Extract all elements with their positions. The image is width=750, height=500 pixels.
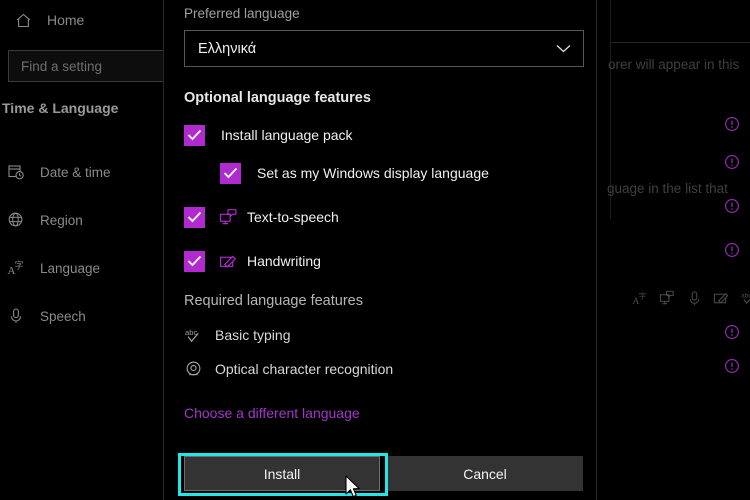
globe-icon bbox=[6, 211, 26, 229]
background-divider-vertical bbox=[610, 0, 611, 44]
required-label-basic-typing: Basic typing bbox=[215, 327, 291, 343]
info-icon[interactable] bbox=[724, 358, 740, 374]
svg-text:字: 字 bbox=[639, 291, 647, 301]
checkbox-row-text-to-speech[interactable]: Text-to-speech bbox=[184, 205, 339, 229]
sidebar-item-language-label: Language bbox=[40, 260, 101, 276]
language-select[interactable]: Ελληνικά bbox=[184, 30, 584, 67]
home-icon bbox=[13, 12, 33, 29]
mouse-cursor bbox=[345, 475, 362, 500]
language-icon: A 字 bbox=[6, 259, 26, 278]
checkbox-set-display-language[interactable] bbox=[220, 162, 241, 184]
handwriting-icon bbox=[713, 290, 730, 312]
chevron-down-icon bbox=[556, 40, 571, 58]
checkbox-row-set-display-language[interactable]: Set as my Windows display language bbox=[220, 161, 489, 185]
sidebar-item-speech[interactable]: Speech bbox=[0, 299, 163, 333]
sidebar-item-date-time[interactable]: Date & time bbox=[0, 155, 163, 189]
background-text-line-2: guage in the list that bbox=[607, 181, 728, 196]
checkbox-row-install-language-pack[interactable]: Install language pack bbox=[184, 123, 353, 147]
sidebar-item-region[interactable]: Region bbox=[0, 203, 163, 237]
sidebar-item-home-label: Home bbox=[47, 12, 85, 28]
info-icon[interactable] bbox=[724, 198, 740, 214]
checkbox-label-install-language-pack: Install language pack bbox=[221, 127, 353, 143]
background-divider-horizontal bbox=[610, 42, 750, 43]
language-icon: A 字 bbox=[632, 290, 649, 312]
sidebar: Home Find a setting Time & Language Date… bbox=[0, 0, 164, 500]
checkbox-label-set-display-language: Set as my Windows display language bbox=[257, 165, 489, 181]
settings-window: Home Find a setting Time & Language Date… bbox=[0, 0, 750, 500]
choose-different-language-link[interactable]: Choose a different language bbox=[184, 405, 360, 421]
cancel-button[interactable]: Cancel bbox=[387, 456, 583, 491]
sidebar-item-home[interactable]: Home bbox=[0, 6, 163, 34]
required-row-ocr: Optical character recognition bbox=[184, 357, 393, 381]
language-select-value: Ελληνικά bbox=[198, 40, 257, 57]
info-icon[interactable] bbox=[724, 116, 740, 132]
required-label-ocr: Optical character recognition bbox=[215, 361, 394, 377]
ocr-icon bbox=[184, 360, 206, 379]
handwriting-icon bbox=[219, 252, 238, 271]
checkbox-label-handwriting: Handwriting bbox=[247, 253, 321, 269]
background-text-line-1: orer will appear in this bbox=[608, 57, 740, 72]
sidebar-item-language[interactable]: A 字 Language bbox=[0, 251, 163, 285]
microphone-icon bbox=[686, 290, 703, 312]
optional-features-header: Optional language features bbox=[184, 90, 371, 106]
microphone-icon bbox=[6, 307, 26, 325]
background-feature-icons: A 字 ab bbox=[632, 290, 750, 312]
required-row-basic-typing: abc Basic typing bbox=[184, 323, 290, 347]
preferred-language-label: Preferred language bbox=[184, 6, 300, 21]
sidebar-section-title: Time & Language bbox=[2, 100, 119, 116]
sidebar-item-speech-label: Speech bbox=[40, 308, 86, 324]
install-button-label: Install bbox=[263, 465, 301, 482]
cancel-button-label: Cancel bbox=[463, 465, 507, 482]
checkbox-text-to-speech[interactable] bbox=[184, 206, 205, 228]
add-language-dialog: Preferred language Ελληνικά Optional lan… bbox=[163, 0, 739, 500]
basic-typing-icon: abc bbox=[184, 326, 206, 345]
search-placeholder: Find a setting bbox=[21, 58, 103, 74]
checkbox-row-handwriting[interactable]: Handwriting bbox=[184, 249, 321, 273]
calendar-clock-icon bbox=[6, 163, 26, 181]
svg-text:字: 字 bbox=[15, 260, 24, 271]
info-icon[interactable] bbox=[724, 242, 740, 258]
checkbox-label-text-to-speech: Text-to-speech bbox=[247, 209, 339, 225]
basic-typing-icon: abc bbox=[740, 290, 750, 312]
text-to-speech-icon bbox=[659, 290, 676, 312]
sidebar-item-date-time-label: Date & time bbox=[40, 164, 111, 180]
search-input[interactable]: Find a setting bbox=[8, 50, 164, 82]
text-to-speech-icon bbox=[219, 208, 238, 227]
checkbox-install-language-pack[interactable] bbox=[184, 124, 205, 146]
info-icon[interactable] bbox=[724, 324, 740, 340]
sidebar-item-region-label: Region bbox=[40, 212, 83, 228]
checkbox-handwriting[interactable] bbox=[184, 250, 205, 272]
svg-text:abc: abc bbox=[741, 293, 750, 300]
required-features-header: Required language features bbox=[184, 293, 363, 309]
info-icon[interactable] bbox=[724, 154, 740, 170]
